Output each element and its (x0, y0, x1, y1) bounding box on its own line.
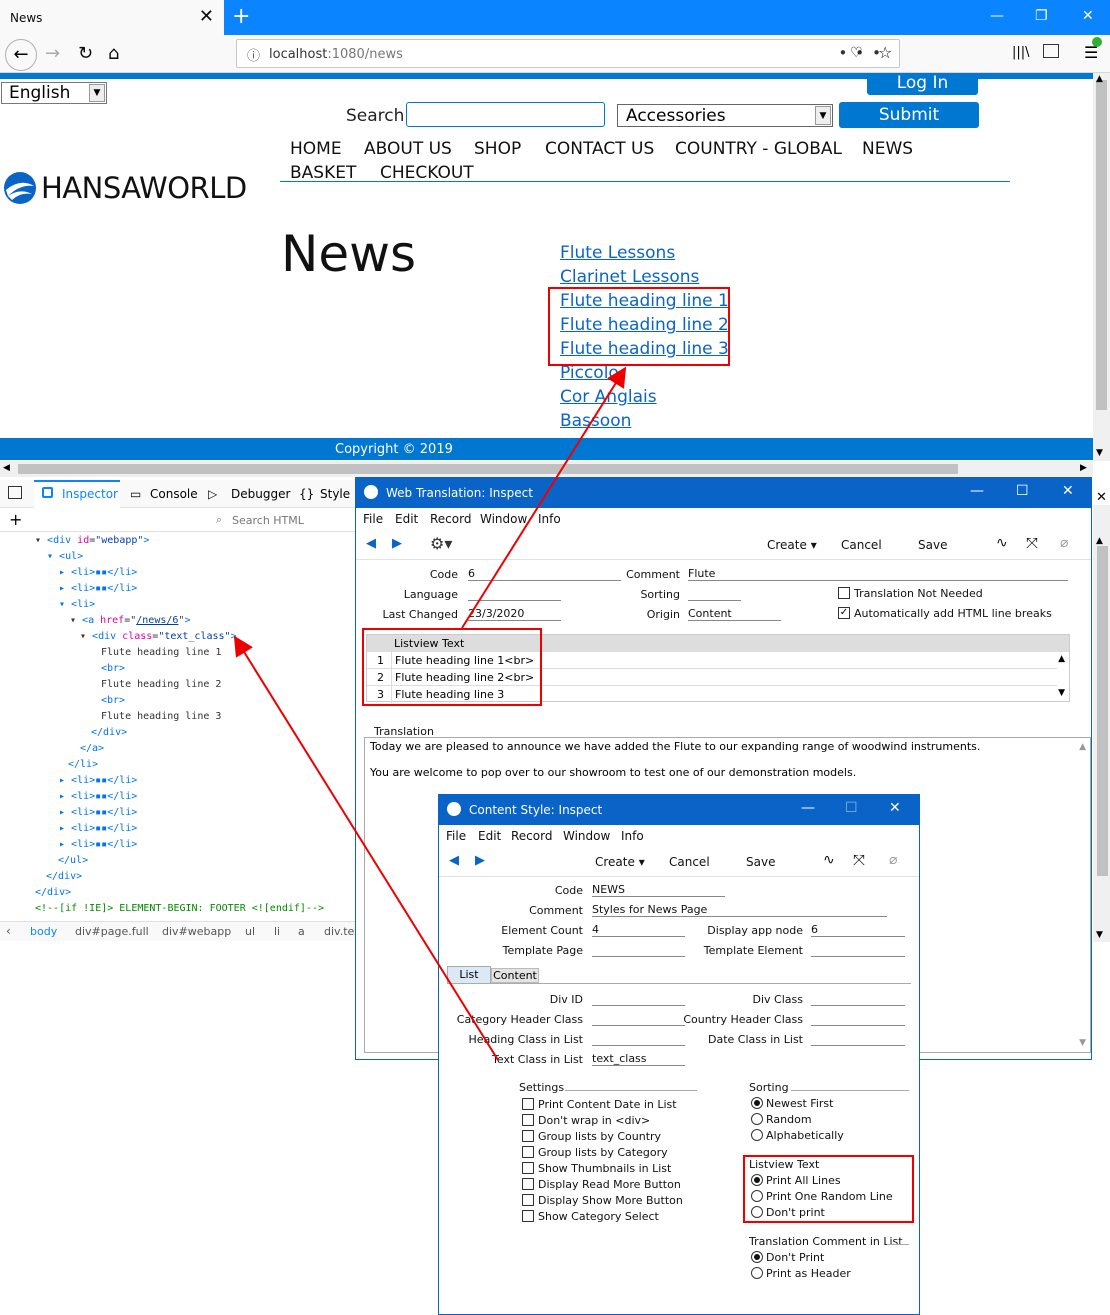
annotation-arrow (233, 635, 499, 1061)
annotation-arrows (233, 366, 627, 1061)
annotation-arrow (461, 366, 627, 629)
